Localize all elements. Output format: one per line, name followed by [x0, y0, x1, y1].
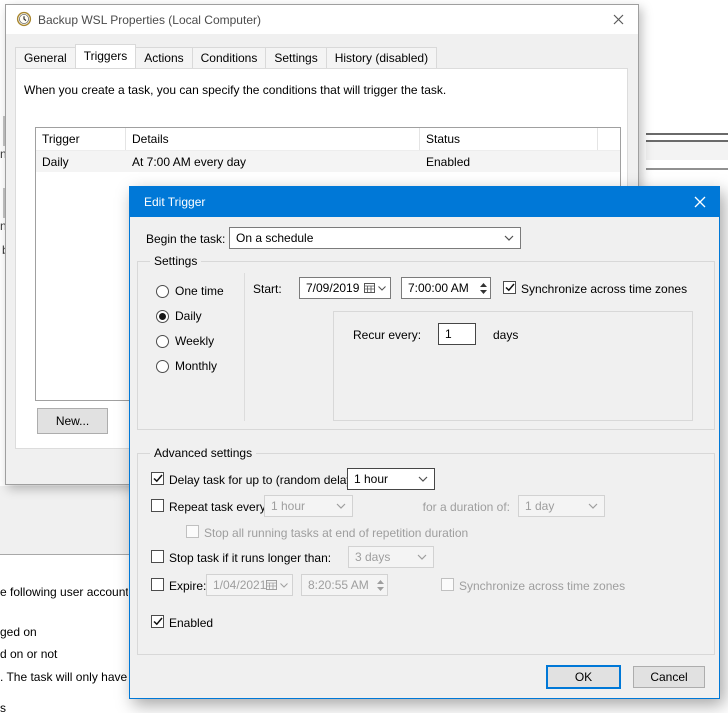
chevron-down-icon: [417, 554, 427, 560]
tab-triggers[interactable]: Triggers: [75, 44, 137, 69]
stop-task-checkbox[interactable]: [151, 550, 164, 563]
expire-sync-label: Synchronize across time zones: [459, 579, 625, 593]
radio-icon: [156, 285, 169, 298]
radio-one-time[interactable]: One time: [156, 283, 224, 299]
radio-daily[interactable]: Daily: [156, 308, 202, 324]
cell-trigger: Daily: [36, 155, 126, 169]
recur-every-label: Recur every:: [353, 328, 421, 342]
settings-group-label: Settings: [150, 254, 201, 268]
column-header-trigger[interactable]: Trigger: [36, 128, 126, 150]
bg-list-line: [646, 133, 728, 135]
column-header-details[interactable]: Details: [126, 128, 420, 150]
repeat-interval-dropdown: 1 hour: [264, 495, 353, 517]
bg-list-band: [646, 142, 728, 160]
task-clock-icon: [16, 11, 32, 27]
radio-monthly[interactable]: Monthly: [156, 358, 217, 374]
chevron-down-icon: [588, 503, 598, 509]
new-trigger-button[interactable]: New...: [37, 408, 108, 434]
radio-icon: [156, 360, 169, 373]
advanced-group-label: Advanced settings: [150, 446, 256, 460]
check-icon: [505, 283, 515, 292]
delay-task-checkbox[interactable]: [151, 472, 164, 485]
start-date-picker[interactable]: 7/09/2019: [299, 277, 391, 299]
expire-time-spinner: 8:20:55 AM: [301, 574, 388, 596]
expire-checkbox[interactable]: [151, 578, 164, 591]
spinner-arrows-icon[interactable]: [476, 283, 487, 294]
enabled-checkbox[interactable]: [151, 615, 164, 628]
close-icon[interactable]: [606, 8, 630, 30]
dialog-titlebar[interactable]: Edit Trigger: [130, 187, 719, 217]
sync-timezones-checkbox[interactable]: [503, 281, 516, 294]
repeat-task-label: Repeat task every:: [169, 500, 269, 514]
expire-label: Expire:: [169, 579, 206, 593]
duration-dropdown: 1 day: [518, 495, 605, 517]
calendar-icon: [266, 580, 277, 590]
calendar-icon: [364, 283, 375, 293]
bg-text-fragment: d on or not: [0, 647, 57, 661]
ok-button[interactable]: OK: [546, 665, 621, 689]
tab-strip: General Triggers Actions Conditions Sett…: [15, 45, 436, 69]
settings-separator: [244, 273, 245, 421]
chevron-down-icon: [378, 286, 386, 291]
tab-general[interactable]: General: [15, 47, 76, 69]
bg-text-fragment: ged on: [0, 625, 37, 639]
cell-status: Enabled: [420, 155, 598, 169]
bg-list-line: [646, 168, 728, 170]
chevron-down-icon: [504, 235, 514, 241]
stop-task-duration-dropdown: 3 days: [348, 546, 434, 568]
repeat-task-checkbox[interactable]: [151, 499, 164, 512]
titlebar[interactable]: Backup WSL Properties (Local Computer): [6, 5, 638, 34]
tab-settings[interactable]: Settings: [265, 47, 326, 69]
chevron-down-icon: [418, 476, 428, 482]
start-label: Start:: [253, 282, 282, 296]
check-icon: [153, 617, 163, 626]
trigger-list-header: Trigger Details Status: [36, 128, 620, 151]
radio-selected-icon: [156, 310, 169, 323]
enabled-label: Enabled: [169, 616, 213, 630]
radio-icon: [156, 335, 169, 348]
bg-text-column: e following user account ged on d on or …: [0, 580, 128, 713]
begin-task-label: Begin the task:: [146, 232, 225, 246]
recur-unit-label: days: [493, 328, 518, 342]
radio-weekly[interactable]: Weekly: [156, 333, 214, 349]
delay-duration-dropdown[interactable]: 1 hour: [347, 468, 435, 490]
spinner-arrows-icon: [373, 580, 384, 591]
tab-actions[interactable]: Actions: [135, 47, 192, 69]
stop-all-tasks-checkbox: [186, 525, 199, 538]
bg-text-fragment: e following user account: [0, 585, 128, 599]
start-time-spinner[interactable]: 7:00:00 AM: [401, 277, 491, 299]
delay-task-label: Delay task for up to (random delay):: [169, 473, 360, 487]
begin-task-dropdown[interactable]: On a schedule: [229, 227, 521, 249]
edit-trigger-dialog: Edit Trigger Begin the task: On a schedu…: [129, 186, 720, 699]
tab-history[interactable]: History (disabled): [326, 47, 437, 69]
chevron-down-icon: [280, 583, 288, 588]
dialog-title: Edit Trigger: [144, 195, 205, 209]
desktop: n n b e following user account ged on d …: [0, 0, 728, 713]
bg-text-fragment: . The task will only have: [0, 670, 127, 684]
check-icon: [153, 474, 163, 483]
expire-sync-checkbox: [441, 578, 454, 591]
duration-label: for a duration of:: [418, 500, 510, 514]
cell-details: At 7:00 AM every day: [126, 155, 420, 169]
tab-conditions[interactable]: Conditions: [192, 47, 267, 69]
bg-panel: [0, 486, 129, 555]
expire-date-picker: 1/04/2021: [206, 574, 293, 596]
column-header-status[interactable]: Status: [420, 128, 598, 150]
recur-every-input[interactable]: 1: [438, 323, 476, 345]
close-icon[interactable]: [687, 191, 713, 213]
bg-list-line: [646, 140, 728, 142]
stop-task-label: Stop task if it runs longer than:: [169, 551, 331, 565]
page-description: When you create a task, you can specify …: [24, 83, 446, 97]
window-title: Backup WSL Properties (Local Computer): [38, 13, 261, 27]
stop-all-tasks-label: Stop all running tasks at end of repetit…: [204, 526, 468, 540]
chevron-down-icon: [336, 503, 346, 509]
cancel-button[interactable]: Cancel: [633, 666, 705, 688]
sync-timezones-label: Synchronize across time zones: [521, 282, 687, 296]
table-row[interactable]: Daily At 7:00 AM every day Enabled: [36, 151, 620, 172]
bg-text-fragment: s: [0, 701, 6, 713]
